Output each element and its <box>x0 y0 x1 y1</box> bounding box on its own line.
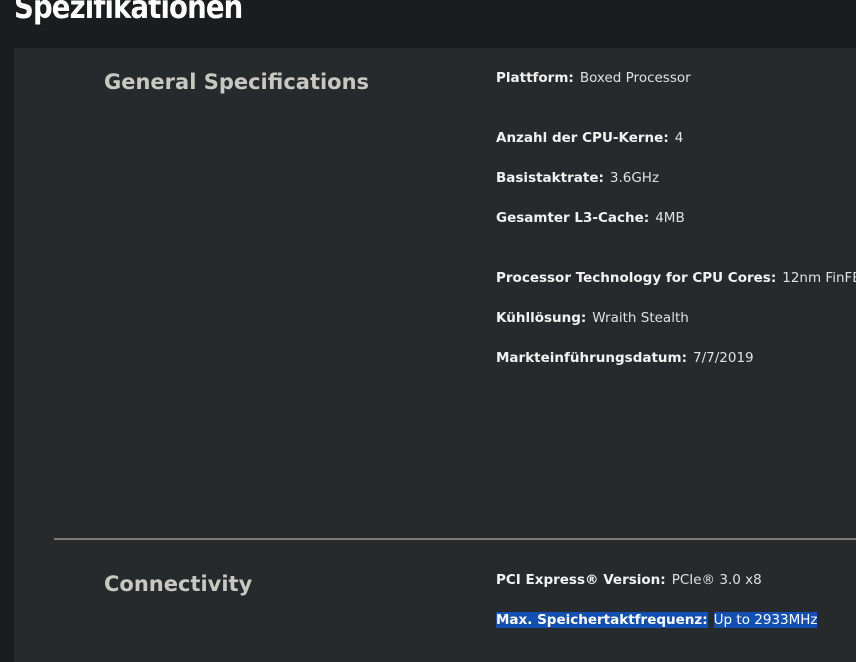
general-specifications-heading: General Specifications <box>104 70 370 94</box>
spec-label: Markteinführungsdatum: <box>496 350 688 366</box>
spec-row-launch-date: Markteinführungsdatum: 7/7/2019 <box>496 349 754 367</box>
spec-label: Basistaktrate: <box>496 170 604 186</box>
spec-value: Wraith Stealth <box>592 310 689 326</box>
spec-row-l3-cache: Gesamter L3-Cache: 4MB <box>496 209 685 227</box>
spec-value: 4MB <box>655 210 685 226</box>
specs-panel: General Specifications Plattform: Boxed P… <box>14 48 856 662</box>
spec-label: Plattform: <box>496 70 574 86</box>
spec-row-cooler: Kühllösung: Wraith Stealth <box>496 309 689 327</box>
spec-row-max-memory-speed: Max. Speichertaktfrequenz: Up to 2933MHz <box>496 611 818 629</box>
spec-value-selected: Up to 2933MHz <box>713 612 818 628</box>
spec-row-base-clock: Basistaktrate: 3.6GHz <box>496 169 659 187</box>
page: Spezifikationen General Specifications P… <box>0 0 856 662</box>
spec-value: 12nm FinFET <box>782 270 856 286</box>
spec-label-selected: Max. Speichertaktfrequenz: <box>496 612 708 628</box>
page-title: Spezifikationen <box>14 0 243 26</box>
spec-label: Anzahl der CPU-Kerne: <box>496 130 669 146</box>
spec-label: Kühllösung: <box>496 310 587 326</box>
spec-value: PCIe® 3.0 x8 <box>671 572 762 588</box>
connectivity-heading: Connectivity <box>104 572 253 596</box>
spec-row-process-technology: Processor Technology for CPU Cores: 12nm … <box>496 269 856 287</box>
section-divider <box>54 538 856 540</box>
spec-value: 3.6GHz <box>609 170 660 186</box>
spec-value: 7/7/2019 <box>693 350 754 366</box>
spec-label: Processor Technology for CPU Cores: <box>496 270 777 286</box>
spec-label: PCI Express® Version: <box>496 572 666 588</box>
spec-value: Boxed Processor <box>579 70 691 86</box>
spec-row-plattform: Plattform: Boxed Processor <box>496 69 691 87</box>
spec-row-pcie-version: PCI Express® Version: PCIe® 3.0 x8 <box>496 571 762 589</box>
spec-row-cpu-cores: Anzahl der CPU-Kerne: 4 <box>496 129 683 147</box>
spec-value: 4 <box>674 130 684 146</box>
spec-label: Gesamter L3-Cache: <box>496 210 650 226</box>
